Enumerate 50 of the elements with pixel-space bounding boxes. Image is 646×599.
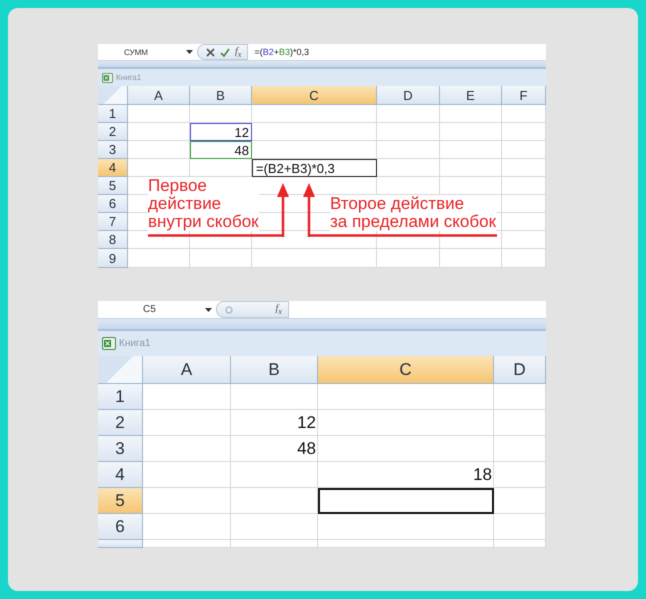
row-header[interactable]: 8 (98, 231, 128, 249)
row-header[interactable]: 3 (98, 436, 143, 462)
caret-icon[interactable] (186, 50, 193, 54)
column-header[interactable]: B (190, 86, 252, 105)
table-cell: 48 (190, 141, 252, 159)
column-header[interactable]: A (143, 356, 231, 384)
name-box[interactable]: СУММ (98, 48, 186, 56)
workbook-icon (102, 337, 116, 350)
column-header[interactable]: E (440, 86, 502, 105)
row-header[interactable]: 5 (98, 488, 143, 514)
column-header[interactable]: A (128, 86, 190, 105)
column-header[interactable]: D (377, 86, 440, 105)
row-header[interactable]: 2 (98, 410, 143, 436)
table-cell: =(B2+B3)*0,3 (252, 159, 377, 177)
table-cell-text: 18 (472, 464, 493, 486)
row-header[interactable]: 1 (98, 384, 143, 410)
circle-icon (225, 306, 233, 314)
column-header[interactable]: F (502, 86, 546, 105)
annotation-text: Второе действие за пределами скобок (330, 195, 496, 231)
row-header[interactable]: 6 (98, 514, 143, 540)
row-header[interactable] (98, 540, 143, 548)
column-header[interactable]: C (252, 86, 377, 105)
select-all-button[interactable] (98, 356, 143, 384)
column-header[interactable]: D (494, 356, 546, 384)
formula-field[interactable]: =(B2+B3)*0,3 (248, 47, 310, 57)
row-header[interactable]: 4 (98, 159, 128, 177)
insert-function-button[interactable]: f$_{x}$ (235, 46, 242, 58)
annotation-text: Первое действие внутри скобок (148, 177, 259, 231)
column-header[interactable]: B (231, 356, 318, 384)
row-header[interactable]: 7 (98, 213, 128, 231)
table-cell: 12 (190, 123, 252, 141)
row-header[interactable]: 3 (98, 141, 128, 159)
row-header[interactable]: 9 (98, 249, 128, 268)
column-header[interactable]: C (318, 356, 494, 384)
enter-icon[interactable] (220, 48, 230, 56)
arrow (303, 183, 315, 237)
row-header[interactable]: 1 (98, 105, 128, 123)
caret-icon[interactable] (205, 308, 212, 312)
row-header[interactable]: 6 (98, 195, 128, 213)
arrow (277, 183, 289, 237)
name-box[interactable]: C5 (98, 304, 205, 315)
cancel-icon[interactable] (206, 48, 215, 56)
select-all-button[interactable] (98, 86, 128, 105)
row-header[interactable]: 5 (98, 177, 128, 195)
table-cell-text: 12 (296, 412, 317, 434)
table-cell-text: 48 (296, 438, 317, 460)
insert-function-button[interactable]: f$_{x}$ (276, 303, 282, 316)
row-header[interactable]: 4 (98, 462, 143, 488)
row-header[interactable]: 2 (98, 123, 128, 141)
workbook-icon (102, 72, 113, 82)
